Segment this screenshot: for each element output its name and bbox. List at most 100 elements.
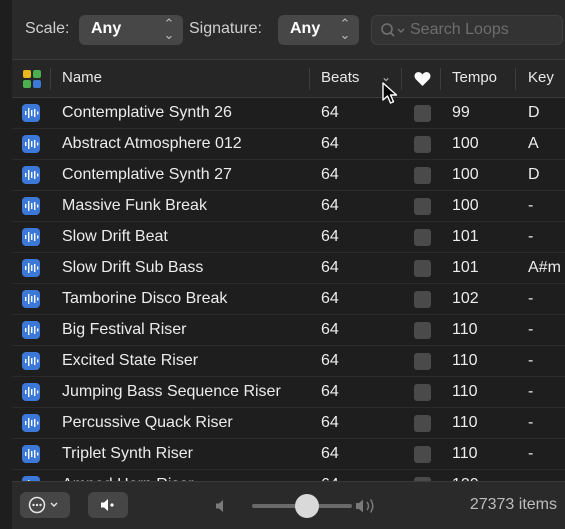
- column-divider: [309, 68, 310, 90]
- audio-loop-icon: [22, 290, 40, 308]
- table-row[interactable]: Tamborine Disco Break 64 102 -: [12, 284, 565, 315]
- loop-name: Contemplative Synth 27: [62, 166, 232, 183]
- loop-tempo: 110: [452, 414, 478, 431]
- loop-tempo: 100: [452, 197, 479, 214]
- scale-popup[interactable]: Any ⌃ ⌄: [79, 15, 183, 45]
- loop-key: D: [528, 104, 540, 121]
- loop-tempo: 110: [452, 321, 478, 338]
- favorite-checkbox[interactable]: [414, 167, 431, 184]
- table-row[interactable]: Slow Drift Sub Bass 64 101 A#m: [12, 253, 565, 284]
- table-row[interactable]: Contemplative Synth 27 64 100 D: [12, 160, 565, 191]
- loop-tempo: 102: [452, 290, 479, 307]
- loop-name: Contemplative Synth 26: [62, 104, 232, 121]
- loop-beats: 64: [321, 414, 339, 431]
- table-row[interactable]: Big Festival Riser 64 110 -: [12, 315, 565, 346]
- loop-tempo: 101: [452, 228, 479, 245]
- loop-key: -: [528, 321, 534, 338]
- loop-key: -: [528, 352, 534, 369]
- mouse-cursor-icon: [382, 82, 398, 104]
- signature-popup[interactable]: Any ⌃ ⌄: [278, 15, 359, 45]
- audio-loop-icon: [22, 166, 40, 184]
- volume-low-icon: [216, 500, 223, 512]
- table-row[interactable]: Slow Drift Beat 64 101 -: [12, 222, 565, 253]
- loop-key: -: [528, 197, 534, 214]
- favorite-checkbox[interactable]: [414, 353, 431, 370]
- favorite-checkbox[interactable]: [414, 229, 431, 246]
- loop-name: Jumping Bass Sequence Riser: [62, 383, 281, 400]
- column-header-tempo[interactable]: Tempo: [452, 69, 497, 86]
- favorite-checkbox[interactable]: [414, 105, 431, 122]
- loop-tempo: 100: [452, 166, 479, 183]
- loop-name: Abstract Atmosphere 012: [62, 135, 242, 152]
- loop-beats: 64: [321, 445, 339, 462]
- loop-key: -: [528, 445, 534, 462]
- loop-tempo: 101: [452, 259, 479, 276]
- signature-value: Any: [290, 20, 321, 37]
- loop-name: Excited State Riser: [62, 352, 199, 369]
- favorite-checkbox[interactable]: [414, 136, 431, 153]
- loop-name: Percussive Quack Riser: [62, 414, 233, 431]
- favorite-checkbox[interactable]: [414, 291, 431, 308]
- loop-name: Slow Drift Sub Bass: [62, 259, 204, 276]
- favorite-checkbox[interactable]: [414, 198, 431, 215]
- loop-key: -: [528, 383, 534, 400]
- favorite-heart-icon[interactable]: [414, 71, 431, 87]
- up-down-chevron-icon: ⌃ ⌄: [339, 16, 351, 42]
- table-header: Name Beats ⌄ Tempo Key: [12, 60, 565, 98]
- loop-key: -: [528, 228, 534, 245]
- volume-slider-knob[interactable]: [295, 494, 319, 518]
- search-field[interactable]: Search Loops: [371, 15, 563, 45]
- loop-key: -: [528, 414, 534, 431]
- column-header-beats[interactable]: Beats: [321, 69, 359, 86]
- table-row[interactable]: Contemplative Synth 26 64 99 D: [12, 98, 565, 129]
- table-row[interactable]: Massive Funk Break 64 100 -: [12, 191, 565, 222]
- audio-loop-icon: [22, 445, 40, 463]
- favorite-checkbox[interactable]: [414, 384, 431, 401]
- more-options-button[interactable]: [20, 492, 70, 518]
- table-row[interactable]: Jumping Bass Sequence Riser 64 110 -: [12, 377, 565, 408]
- loop-tempo: 110: [452, 352, 478, 369]
- table-row[interactable]: Amped Horn Riser64120: [12, 470, 565, 481]
- table-row[interactable]: Abstract Atmosphere 012 64 100 A: [12, 129, 565, 160]
- column-header-key[interactable]: Key: [528, 69, 554, 86]
- up-down-chevron-icon: ⌃ ⌄: [163, 16, 175, 42]
- table-row[interactable]: Excited State Riser 64 110 -: [12, 346, 565, 377]
- favorite-checkbox[interactable]: [414, 260, 431, 277]
- column-header-name[interactable]: Name: [62, 69, 102, 86]
- loop-beats: 64: [321, 290, 339, 307]
- loop-name: Massive Funk Break: [62, 197, 207, 214]
- loop-beats: 64: [321, 135, 339, 152]
- preview-speaker-button[interactable]: [88, 492, 128, 518]
- volume-high-icon: [356, 499, 374, 513]
- search-icon: [381, 23, 405, 37]
- audio-loop-icon: [22, 383, 40, 401]
- audio-loop-icon: [22, 104, 40, 122]
- loop-name: Tamborine Disco Break: [62, 290, 228, 307]
- loop-key: -: [528, 290, 534, 307]
- loop-key: A: [528, 135, 539, 152]
- table-row[interactable]: Triplet Synth Riser 64 110 -: [12, 439, 565, 470]
- audio-loop-icon: [22, 259, 40, 277]
- scale-label: Scale:: [25, 20, 70, 37]
- audio-loop-icon: [22, 352, 40, 370]
- search-placeholder: Search Loops: [410, 21, 509, 38]
- column-divider: [440, 68, 441, 90]
- favorite-checkbox[interactable]: [414, 322, 431, 339]
- footer-bar: 27373 items: [12, 481, 565, 529]
- loop-beats: 64: [321, 352, 339, 369]
- loops-table: Contemplative Synth 26 64 99 D Abstract Atmo…: [12, 98, 565, 481]
- column-divider: [401, 68, 402, 90]
- loop-tempo: 99: [452, 104, 470, 121]
- loop-tempo: 110: [452, 383, 478, 400]
- loop-beats: 64: [321, 228, 339, 245]
- favorite-checkbox[interactable]: [414, 415, 431, 432]
- filter-bar: Scale: Any ⌃ ⌄ Signature: Any ⌃ ⌄ Search L…: [12, 0, 565, 60]
- favorite-checkbox[interactable]: [414, 446, 431, 463]
- loop-type-icon[interactable]: [23, 70, 41, 88]
- column-divider: [515, 68, 516, 90]
- audio-loop-icon: [22, 321, 40, 339]
- audio-loop-icon: [22, 197, 40, 215]
- table-row[interactable]: Percussive Quack Riser 64 110 -: [12, 408, 565, 439]
- loop-beats: 64: [321, 197, 339, 214]
- loop-beats: 64: [321, 104, 339, 121]
